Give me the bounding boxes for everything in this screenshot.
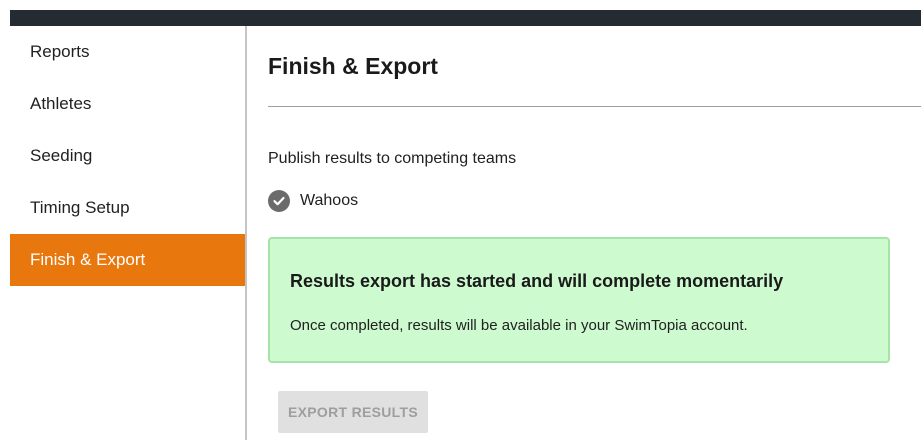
success-alert: Results export has started and will comp… bbox=[268, 237, 890, 363]
publish-label: Publish results to competing teams bbox=[268, 150, 517, 167]
sidebar-item-finish-export[interactable]: Finish & Export bbox=[10, 234, 245, 286]
sidebar-item-seeding[interactable]: Seeding bbox=[10, 130, 245, 182]
team-item-wahoos[interactable]: Wahoos bbox=[268, 190, 358, 212]
team-name: Wahoos bbox=[300, 192, 359, 209]
export-results-button[interactable]: EXPORT RESULTS bbox=[278, 391, 428, 433]
main-content: Finish & Export Publish results to compe… bbox=[248, 26, 921, 440]
title-divider bbox=[268, 106, 921, 107]
sidebar-item-athletes[interactable]: Athletes bbox=[10, 78, 245, 130]
sidebar-item-reports[interactable]: Reports bbox=[10, 26, 245, 78]
alert-title: Results export has started and will comp… bbox=[290, 271, 784, 291]
sidebar: Reports Athletes Seeding Timing Setup Fi… bbox=[10, 26, 247, 440]
sidebar-item-timing-setup[interactable]: Timing Setup bbox=[10, 182, 245, 234]
alert-message: Once completed, results will be availabl… bbox=[290, 317, 748, 334]
check-circle-icon bbox=[268, 190, 290, 212]
top-bar bbox=[10, 10, 921, 26]
page-title: Finish & Export bbox=[268, 53, 438, 79]
